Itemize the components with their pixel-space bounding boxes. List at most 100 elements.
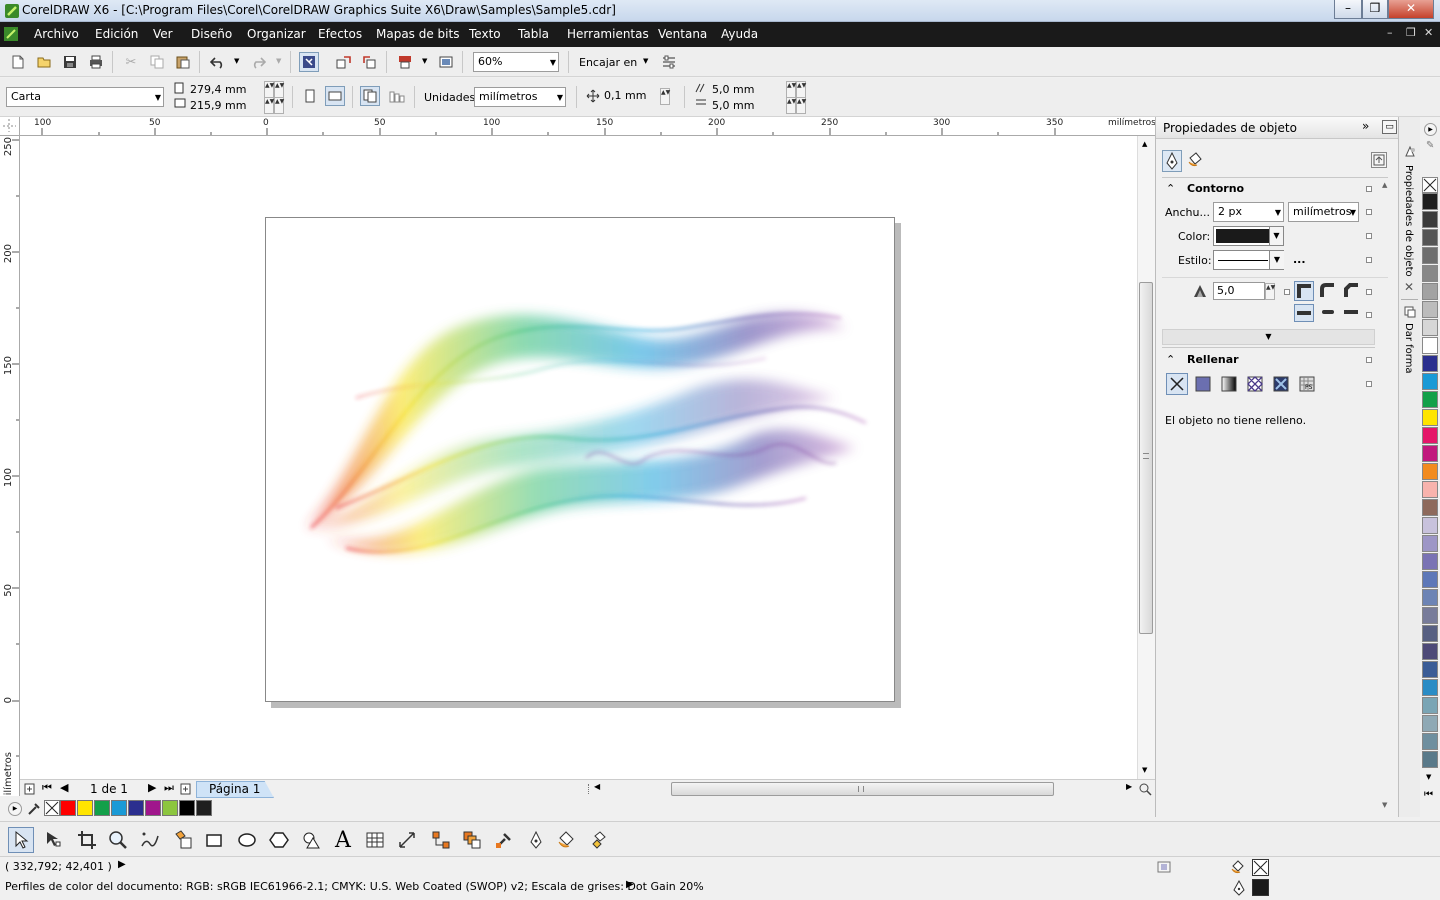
fountain-fill-icon[interactable]	[1220, 375, 1238, 393]
ruler-origin[interactable]	[0, 117, 20, 136]
postscript-fill-icon[interactable]: PS	[1298, 375, 1316, 393]
open-folder-icon[interactable]	[34, 52, 54, 72]
docpal-scroll-icon[interactable]: ▶	[8, 802, 22, 816]
document-palette-swatch[interactable]	[60, 800, 76, 816]
menu-edicion[interactable]: Edición	[95, 27, 138, 41]
pick-tool-icon[interactable]	[8, 827, 34, 853]
miter-limit-input[interactable]: 5,0	[1213, 282, 1265, 300]
palette-swatch[interactable]	[1422, 301, 1438, 318]
palette-swatch[interactable]	[1422, 571, 1438, 588]
palette-swatch[interactable]	[1422, 391, 1438, 408]
crop-tool-icon[interactable]	[74, 827, 100, 853]
option-toggle[interactable]	[1366, 312, 1372, 318]
style-settings-button[interactable]: ...	[1293, 253, 1306, 266]
miter-spinner[interactable]: ▲▼	[1265, 283, 1275, 300]
palette-swatch[interactable]	[1422, 229, 1438, 246]
square-cap-icon[interactable]	[1294, 304, 1314, 322]
expand-docker-icon[interactable]: »	[1362, 119, 1369, 133]
document-page[interactable]	[265, 217, 895, 702]
doc-restore-button[interactable]: ❒	[1406, 26, 1416, 39]
palette-swatch[interactable]	[1422, 481, 1438, 498]
dimension-tool-icon[interactable]	[394, 827, 420, 853]
blend-tool-icon[interactable]	[459, 827, 485, 853]
redo-icon[interactable]	[248, 52, 268, 72]
zoom-level-dropdown[interactable]: 60% ▼	[473, 52, 559, 72]
document-palette-swatch[interactable]	[196, 800, 212, 816]
palette-swatch[interactable]	[1422, 247, 1438, 264]
collapse-fill-icon[interactable]: ⌃	[1166, 353, 1175, 366]
palette-swatch[interactable]	[1422, 283, 1438, 300]
menu-ayuda[interactable]: Ayuda	[721, 27, 758, 41]
width-spinner[interactable]: ▲▼	[264, 81, 274, 98]
page-width-value[interactable]: 279,4 mm	[190, 83, 246, 96]
eyedropper-icon[interactable]	[27, 802, 41, 816]
document-palette-swatch[interactable]	[179, 800, 195, 816]
close-tab-icon[interactable]: ✕	[1404, 280, 1414, 294]
zoom-navigator-icon[interactable]	[1138, 782, 1152, 796]
palette-swatch[interactable]	[1422, 427, 1438, 444]
extended-cap-icon[interactable]	[1342, 304, 1362, 322]
freehand-tool-icon[interactable]	[137, 827, 163, 853]
minimize-button[interactable]: –	[1334, 0, 1362, 19]
palette-swatch[interactable]	[1422, 553, 1438, 570]
palette-swatch[interactable]	[1422, 697, 1438, 714]
undo-dropdown-icon[interactable]: ▼	[234, 57, 239, 65]
outline-style-dropdown[interactable]: ▼	[1213, 250, 1284, 270]
option-toggle[interactable]	[1366, 289, 1372, 295]
outline-color-picker[interactable]	[1213, 226, 1273, 246]
display-mode-icon[interactable]	[1157, 861, 1171, 873]
export-icon[interactable]	[360, 52, 380, 72]
width-lock-spinner[interactable]: ▲▼	[274, 81, 284, 98]
menu-archivo[interactable]: Archivo	[34, 27, 79, 41]
next-page-icon[interactable]: ▶	[148, 781, 156, 794]
launcher-dropdown-icon[interactable]: ▼	[422, 57, 427, 65]
outline-pen-tool-icon[interactable]	[523, 827, 549, 853]
palette-swatch[interactable]	[1422, 193, 1438, 210]
expand-outline-icon[interactable]: ▼	[1162, 329, 1375, 345]
search-content-icon[interactable]	[299, 52, 319, 72]
palette-swatch[interactable]	[1422, 679, 1438, 696]
palette-scroll-up-icon[interactable]: ▶	[1424, 123, 1437, 136]
menu-mapas-de-bits[interactable]: Mapas de bits	[376, 27, 459, 41]
height-lock-spinner[interactable]: ▲▼	[274, 97, 284, 114]
palette-swatch[interactable]	[1422, 319, 1438, 336]
rainbow-wave-artwork[interactable]	[266, 218, 896, 703]
palette-pin-icon[interactable]: ✎	[1426, 140, 1434, 151]
polygon-tool-icon[interactable]	[266, 827, 292, 853]
palette-swatch[interactable]	[1422, 211, 1438, 228]
uniform-fill-icon[interactable]	[1194, 375, 1212, 393]
text-tool-icon[interactable]: A	[330, 827, 356, 853]
publish-pdf-icon[interactable]	[395, 52, 415, 72]
outline-tab[interactable]	[1162, 150, 1182, 172]
dup-x-spinner-2[interactable]: ▲▼	[796, 81, 806, 98]
vertical-ruler[interactable]: 250 200 150 100 50 0 milímetros	[0, 136, 20, 796]
menu-herramientas[interactable]: Herramientas	[567, 27, 649, 41]
palette-scroll-down-icon[interactable]: ▼	[1426, 773, 1431, 781]
palette-swatch[interactable]	[1422, 535, 1438, 552]
docker-minimize-button[interactable]: ▭	[1382, 120, 1397, 134]
add-page-icon[interactable]	[24, 783, 35, 795]
menu-texto[interactable]: Texto	[469, 27, 501, 41]
doc-minimize-button[interactable]: –	[1387, 26, 1393, 39]
palette-swatch[interactable]	[1422, 661, 1438, 678]
docker-options-icon[interactable]	[1371, 152, 1387, 168]
option-toggle[interactable]	[1284, 289, 1290, 295]
smart-fill-tool-icon[interactable]	[170, 827, 196, 853]
menu-organizar[interactable]: Organizar	[247, 27, 306, 41]
doc-close-button[interactable]: ✕	[1424, 26, 1433, 39]
round-cap-icon[interactable]	[1318, 304, 1338, 322]
interactive-fill-tool-icon[interactable]	[586, 827, 612, 853]
rectangle-tool-icon[interactable]	[201, 827, 227, 853]
option-toggle[interactable]	[1366, 381, 1372, 387]
document-palette-swatch[interactable]	[111, 800, 127, 816]
redo-dropdown-icon[interactable]: ▼	[276, 57, 281, 65]
no-fill-icon[interactable]	[1166, 373, 1188, 395]
section-toggle[interactable]	[1366, 186, 1372, 192]
scroll-up-icon[interactable]: ▲	[1142, 140, 1147, 148]
palette-swatch[interactable]	[1422, 463, 1438, 480]
menu-ventana[interactable]: Ventana	[658, 27, 707, 41]
new-document-icon[interactable]	[8, 52, 28, 72]
bevel-join-icon[interactable]	[1342, 281, 1362, 301]
portrait-icon[interactable]	[300, 86, 320, 106]
duplicate-y-value[interactable]: 5,0 mm	[712, 99, 754, 112]
